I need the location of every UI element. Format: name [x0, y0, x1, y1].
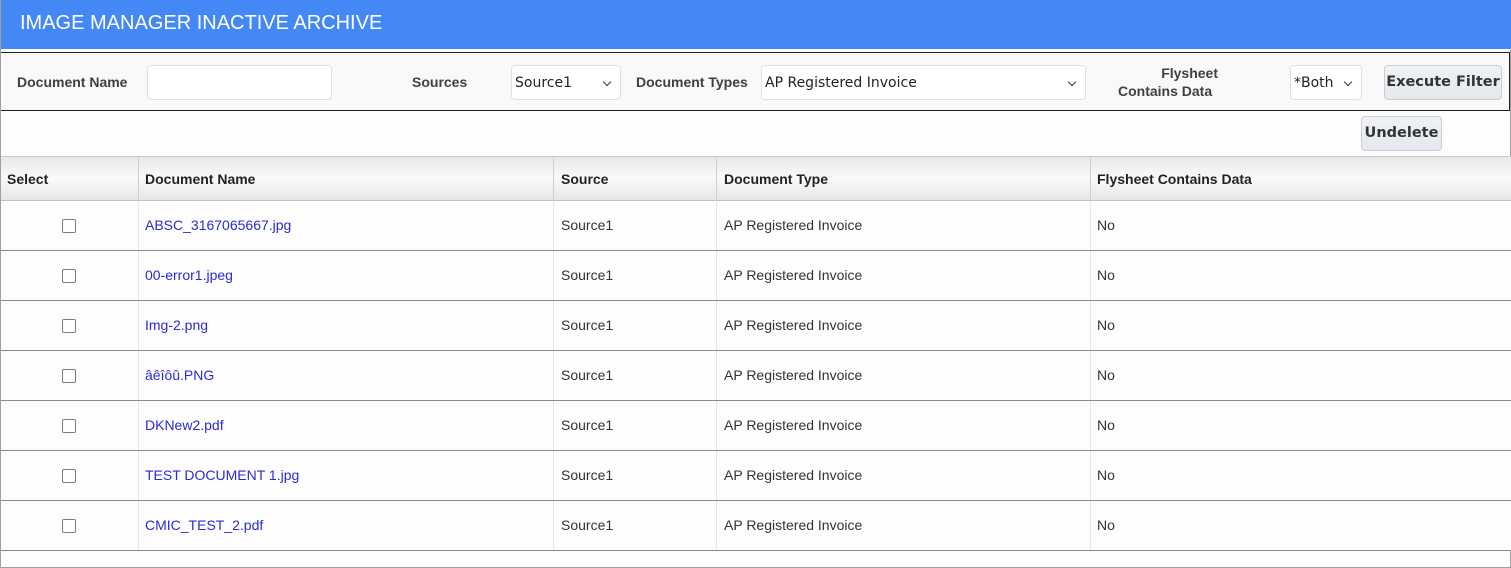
select-cell: [1, 301, 139, 350]
select-cell: [1, 201, 139, 250]
document-link[interactable]: CMIC_TEST_2.pdf: [145, 517, 263, 533]
document-name-cell: DKNew2.pdf: [139, 401, 554, 450]
chevron-down-icon: [602, 77, 612, 87]
table-row: 00-error1.jpeg Source1 AP Registered Inv…: [1, 251, 1511, 301]
table-row: âêîôû.PNG Source1 AP Registered Invoice …: [1, 351, 1511, 401]
select-cell: [1, 451, 139, 500]
select-cell: [1, 251, 139, 300]
document-name-cell: TEST DOCUMENT 1.jpg: [139, 451, 554, 500]
chevron-down-icon: [1343, 77, 1353, 87]
flysheet-cell: No: [1097, 267, 1115, 283]
row-checkbox[interactable]: [62, 519, 76, 533]
document-link[interactable]: ABSC_3167065667.jpg: [145, 217, 291, 233]
document-type-cell: AP Registered Invoice: [717, 301, 1091, 350]
title-bar: IMAGE MANAGER INACTIVE ARCHIVE: [1, 0, 1511, 50]
sources-label: Sources: [412, 74, 468, 90]
select-cell: [1, 501, 139, 550]
row-checkbox[interactable]: [62, 269, 76, 283]
column-header-document-type[interactable]: Document Type: [717, 157, 1091, 201]
row-checkbox[interactable]: [62, 369, 76, 383]
flysheet-label-line2: Contains Data: [1118, 83, 1213, 99]
flysheet-cell: No: [1097, 517, 1115, 533]
select-cell: [1, 401, 139, 450]
flysheet-cell: No: [1097, 367, 1115, 383]
sources-select-value: Source1: [515, 75, 572, 91]
document-link[interactable]: 00-error1.jpeg: [145, 267, 233, 283]
flysheet-cell: No: [1097, 217, 1115, 233]
table-row: ABSC_3167065667.jpg Source1 AP Registere…: [1, 201, 1511, 251]
document-link[interactable]: TEST DOCUMENT 1.jpg: [145, 467, 299, 483]
document-type-cell: AP Registered Invoice: [717, 401, 1091, 450]
source-cell: Source1: [554, 451, 717, 500]
page-title: IMAGE MANAGER INACTIVE ARCHIVE: [20, 12, 383, 34]
document-name-cell: CMIC_TEST_2.pdf: [139, 501, 554, 550]
document-name-cell: Img-2.png: [139, 301, 554, 350]
source-cell: Source1: [554, 401, 717, 450]
table-row: CMIC_TEST_2.pdf Source1 AP Registered In…: [1, 501, 1511, 551]
flysheet-label-line1: Flysheet: [1161, 65, 1218, 81]
table-row: TEST DOCUMENT 1.jpg Source1 AP Registere…: [1, 451, 1511, 501]
page-frame: IMAGE MANAGER INACTIVE ARCHIVE Document …: [0, 0, 1511, 568]
table-header: Select Document Name Source Document Typ…: [1, 156, 1511, 201]
document-type-cell: AP Registered Invoice: [717, 451, 1091, 500]
sources-select[interactable]: Source1: [511, 65, 621, 100]
document-type-cell: AP Registered Invoice: [717, 351, 1091, 400]
filter-bar: Document Name Sources Source1 Document T…: [1, 52, 1510, 111]
document-types-label: Document Types: [636, 74, 748, 90]
row-checkbox[interactable]: [62, 219, 76, 233]
table-row: DKNew2.pdf Source1 AP Registered Invoice…: [1, 401, 1511, 451]
document-name-cell: ABSC_3167065667.jpg: [139, 201, 554, 250]
source-cell: Source1: [554, 351, 717, 400]
column-header-flysheet[interactable]: Flysheet Contains Data: [1091, 157, 1511, 201]
row-checkbox[interactable]: [62, 469, 76, 483]
document-link[interactable]: âêîôû.PNG: [145, 367, 214, 383]
document-type-cell: AP Registered Invoice: [717, 501, 1091, 550]
select-cell: [1, 351, 139, 400]
flysheet-cell: No: [1097, 417, 1115, 433]
flysheet-cell: No: [1097, 317, 1115, 333]
document-link[interactable]: DKNew2.pdf: [145, 417, 224, 433]
column-header-document-name[interactable]: Document Name: [139, 157, 554, 201]
row-checkbox[interactable]: [62, 319, 76, 333]
column-header-select[interactable]: Select: [1, 157, 139, 201]
document-types-select-value: AP Registered Invoice: [765, 75, 917, 91]
flysheet-select-value: *Both: [1294, 75, 1334, 91]
row-checkbox[interactable]: [62, 419, 76, 433]
document-link[interactable]: Img-2.png: [145, 317, 208, 333]
chevron-down-icon: [1067, 77, 1077, 87]
source-cell: Source1: [554, 201, 717, 250]
document-name-input[interactable]: [147, 65, 332, 100]
document-type-cell: AP Registered Invoice: [717, 251, 1091, 300]
flysheet-select[interactable]: *Both: [1290, 65, 1362, 100]
document-type-cell: AP Registered Invoice: [717, 201, 1091, 250]
flysheet-cell: No: [1097, 467, 1115, 483]
table-row: Img-2.png Source1 AP Registered Invoice …: [1, 301, 1511, 351]
document-name-label: Document Name: [17, 74, 128, 90]
document-name-cell: âêîôû.PNG: [139, 351, 554, 400]
document-name-cell: 00-error1.jpeg: [139, 251, 554, 300]
source-cell: Source1: [554, 501, 717, 550]
undelete-button[interactable]: Undelete: [1361, 116, 1442, 151]
source-cell: Source1: [554, 251, 717, 300]
document-types-select[interactable]: AP Registered Invoice: [761, 65, 1086, 100]
source-cell: Source1: [554, 301, 717, 350]
column-header-source[interactable]: Source: [554, 157, 717, 201]
execute-filter-button[interactable]: Execute Filter: [1384, 65, 1502, 100]
